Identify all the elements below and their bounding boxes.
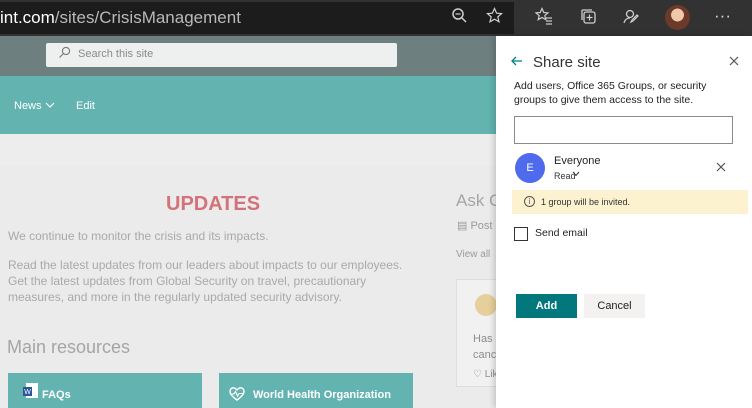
updates-text-line1: Read the latest updates from our leaders… [8,258,403,272]
info-icon: i [524,196,535,207]
search-icon [58,46,71,62]
view-all-link[interactable]: View all [456,249,490,260]
search-placeholder: Search this site [78,48,154,60]
card-text: Has [473,333,493,345]
resource-tile-faqs[interactable]: W FAQs [8,373,202,408]
post-link[interactable]: ▤ Post [457,219,492,232]
like-icon: ♡ [473,369,482,380]
panel-description: Add users, Office 365 Groups, or securit… [514,80,707,106]
collections-icon[interactable] [580,8,597,30]
card-text: canc [473,349,497,361]
chevron-down-icon[interactable] [572,169,580,179]
cancel-button[interactable]: Cancel [584,294,645,318]
heart-icon [228,386,246,406]
svg-text:W: W [24,389,31,396]
add-button[interactable]: Add [516,294,577,318]
close-icon[interactable] [729,55,739,69]
zoom-icon[interactable] [451,7,468,29]
tile-label: World Health Organization [253,389,391,401]
browser-toolbar: int.com/sites/CrisisManagement ··· [0,0,752,36]
nav-edit[interactable]: Edit [76,100,95,112]
avatar[interactable] [665,5,690,30]
conversation-card[interactable]: Has canc ♡ Lik [456,279,501,387]
resource-tile-who[interactable]: World Health Organization [219,373,413,408]
remove-recipient-icon[interactable] [716,161,726,175]
updates-heading: UPDATES [166,193,261,215]
updates-text-line2: Get the latest updates from Global Secur… [8,274,367,288]
avatar [475,294,497,316]
back-arrow-icon[interactable] [511,54,523,71]
feedback-icon[interactable] [622,8,639,30]
nav-news[interactable]: News [14,100,55,112]
tile-label: FAQs [42,389,71,401]
favorite-star-icon[interactable] [485,7,504,29]
recipient-name: Everyone [554,155,601,167]
url-text[interactable]: int.com/sites/CrisisManagement [0,8,241,28]
info-banner: i 1 group will be invited. [512,190,748,214]
send-email-checkbox[interactable] [514,227,528,241]
word-doc-icon: W [22,382,40,404]
favorites-list-icon[interactable] [534,7,553,30]
people-picker-input[interactable] [514,116,733,144]
ask-heading: Ask C [456,191,502,210]
panel-title: Share site [533,54,601,71]
comment-icon: ▤ [457,220,468,232]
send-email-label[interactable]: Send email [535,227,588,239]
banner-message: 1 group will be invited. [541,197,631,207]
address-bar[interactable]: int.com/sites/CrisisManagement [0,2,514,34]
recipient-avatar: E [515,153,545,183]
more-icon[interactable]: ··· [714,6,731,26]
intro-text: We continue to monitor the crisis and it… [8,229,269,243]
updates-text-line3: measures, and more in the regularly upda… [8,290,342,304]
search-input[interactable]: Search this site [46,43,397,67]
chevron-down-icon [45,100,55,112]
main-resources-heading: Main resources [7,337,131,357]
like-button[interactable]: ♡ Lik [473,369,498,380]
